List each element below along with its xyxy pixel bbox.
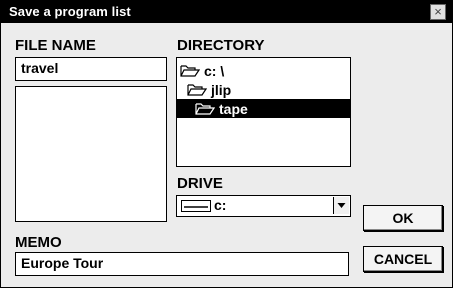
- folder-open-icon: [180, 65, 200, 77]
- chevron-down-icon: [337, 203, 346, 208]
- folder-open-icon: [187, 84, 207, 96]
- drive-icon: [181, 200, 211, 212]
- directory-item-tape[interactable]: tape: [177, 99, 350, 118]
- ok-button[interactable]: OK: [363, 205, 443, 231]
- drive-select[interactable]: c:: [176, 195, 351, 217]
- close-button[interactable]: ×: [430, 4, 446, 20]
- directory-label: DIRECTORY: [177, 37, 265, 54]
- drive-label: DRIVE: [177, 175, 223, 192]
- directory-item-label: tape: [219, 100, 248, 117]
- file-name-input[interactable]: travel: [15, 57, 167, 81]
- window-title: Save a program list: [9, 4, 131, 19]
- folder-open-icon: [195, 103, 215, 115]
- directory-item-c-root[interactable]: c: \: [180, 61, 300, 80]
- memo-value: Europe Tour: [21, 255, 104, 271]
- file-list[interactable]: [15, 86, 167, 222]
- title-bar: Save a program list ×: [1, 1, 452, 23]
- drive-dropdown-button[interactable]: [333, 197, 349, 214]
- memo-label: MEMO: [15, 234, 62, 251]
- directory-item-jlip[interactable]: jlip: [187, 80, 307, 99]
- file-name-label: FILE NAME: [15, 37, 96, 54]
- directory-list[interactable]: c: \ jlip tape: [176, 57, 351, 167]
- file-name-value: travel: [21, 60, 59, 76]
- directory-item-label: jlip: [211, 81, 232, 98]
- directory-item-label: c: \: [204, 62, 225, 79]
- cancel-button[interactable]: CANCEL: [363, 246, 443, 272]
- memo-input[interactable]: Europe Tour: [15, 252, 349, 276]
- drive-value: c:: [214, 197, 227, 213]
- save-program-list-dialog: Save a program list × FILE NAME travel D…: [0, 0, 453, 288]
- close-icon: ×: [434, 4, 442, 19]
